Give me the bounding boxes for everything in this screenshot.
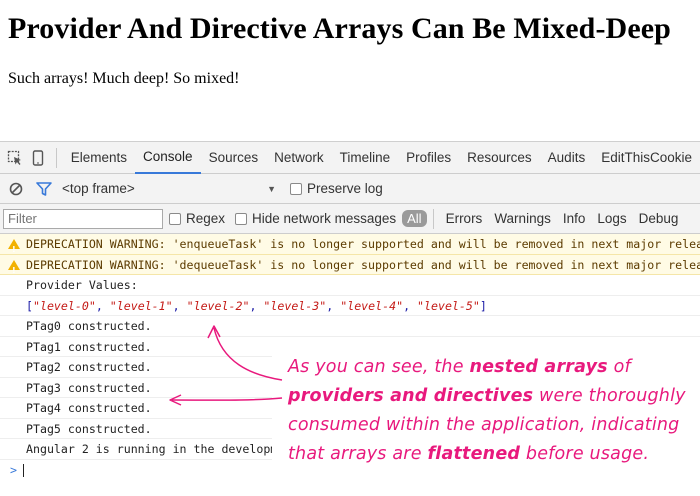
console-log-row: PTag0 constructed. xyxy=(0,316,700,337)
array-string-value: "level-2" xyxy=(186,298,250,313)
level-logs-button[interactable]: Logs xyxy=(591,211,632,226)
device-mode-icon[interactable] xyxy=(27,142,50,174)
console-filter-bar: Regex Hide network messages All Errors W… xyxy=(0,204,700,234)
console-frame-bar: <top frame> ▼ Preserve log xyxy=(0,174,700,204)
array-open-bracket: [ xyxy=(26,298,33,313)
filter-funnel-icon[interactable] xyxy=(32,173,56,205)
warning-icon xyxy=(8,259,20,281)
tab-editthiscookie[interactable]: EditThisCookie xyxy=(593,142,700,174)
prompt-chevron-icon: > xyxy=(10,462,17,477)
tab-profiles[interactable]: Profiles xyxy=(398,142,459,174)
console-warning: DEPRECATION WARNING: 'enqueueTask' is no… xyxy=(0,234,700,260)
hide-network-option[interactable]: Hide network messages xyxy=(235,211,396,226)
array-string-value: "level-5" xyxy=(417,298,480,313)
console-log-row: Provider Values: xyxy=(0,275,700,296)
inspect-element-icon[interactable] xyxy=(4,142,27,174)
array-string-value: "level-1" xyxy=(109,298,173,313)
page-text: Such arrays! Much deep! So mixed! xyxy=(8,70,240,87)
regex-option[interactable]: Regex xyxy=(169,211,225,226)
tab-timeline[interactable]: Timeline xyxy=(332,142,399,174)
regex-label: Regex xyxy=(186,211,226,226)
level-errors-button[interactable]: Errors xyxy=(440,211,489,226)
preserve-log-label: Preserve log xyxy=(307,181,383,196)
clear-console-icon[interactable] xyxy=(0,173,32,205)
tab-sources[interactable]: Sources xyxy=(201,142,267,174)
frame-selector[interactable]: <top frame> ▼ xyxy=(62,178,282,200)
provider-values-label: Provider Values: xyxy=(26,278,138,292)
devtools-tab-bar: Elements Console Sources Network Timelin… xyxy=(0,142,700,174)
annotation-emphasis: nested arrays xyxy=(469,357,608,377)
warning-text: DEPRECATION WARNING: 'dequeueTask' is no… xyxy=(26,257,700,272)
level-debug-button[interactable]: Debug xyxy=(633,211,685,226)
text-cursor xyxy=(22,463,24,477)
preserve-log-checkbox[interactable] xyxy=(290,182,302,195)
warning-text: DEPRECATION WARNING: 'enqueueTask' is no… xyxy=(26,237,700,251)
annotation-emphasis: flattened xyxy=(427,444,521,464)
tab-elements[interactable]: Elements xyxy=(63,142,135,174)
array-string-value: "level-0" xyxy=(32,298,96,313)
tab-audits[interactable]: Audits xyxy=(540,142,594,174)
regex-checkbox[interactable] xyxy=(169,212,181,225)
toolbar-divider xyxy=(55,147,57,168)
array-string-value: "level-4" xyxy=(340,298,404,313)
hide-network-label: Hide network messages xyxy=(252,211,397,226)
array-close-bracket: ] xyxy=(479,298,487,313)
tab-resources[interactable]: Resources xyxy=(459,142,540,174)
tab-network[interactable]: Network xyxy=(266,142,332,174)
dropdown-caret-icon: ▼ xyxy=(267,183,276,194)
warning-icon xyxy=(8,239,20,260)
page-heading: Provider And Directive Arrays Can Be Mix… xyxy=(8,12,671,45)
filter-divider xyxy=(432,208,434,229)
tab-console[interactable]: Console xyxy=(135,142,201,174)
frame-selector-value: <top frame> xyxy=(62,181,135,196)
preserve-log-option[interactable]: Preserve log xyxy=(290,181,383,196)
console-warning: DEPRECATION WARNING: 'dequeueTask' is no… xyxy=(0,254,700,281)
level-all-button[interactable]: All xyxy=(402,210,427,227)
console-array-row: ["level-0", "level-1", "level-2", "level… xyxy=(0,296,700,316)
filter-input[interactable] xyxy=(3,208,163,229)
level-info-button[interactable]: Info xyxy=(557,211,592,226)
array-string-value: "level-3" xyxy=(263,298,327,313)
annotation-note: As you can see, the nested arrays of pro… xyxy=(272,349,700,473)
level-warnings-button[interactable]: Warnings xyxy=(488,211,557,226)
annotation-emphasis: providers and directives xyxy=(288,386,534,406)
hide-network-checkbox[interactable] xyxy=(235,212,248,225)
